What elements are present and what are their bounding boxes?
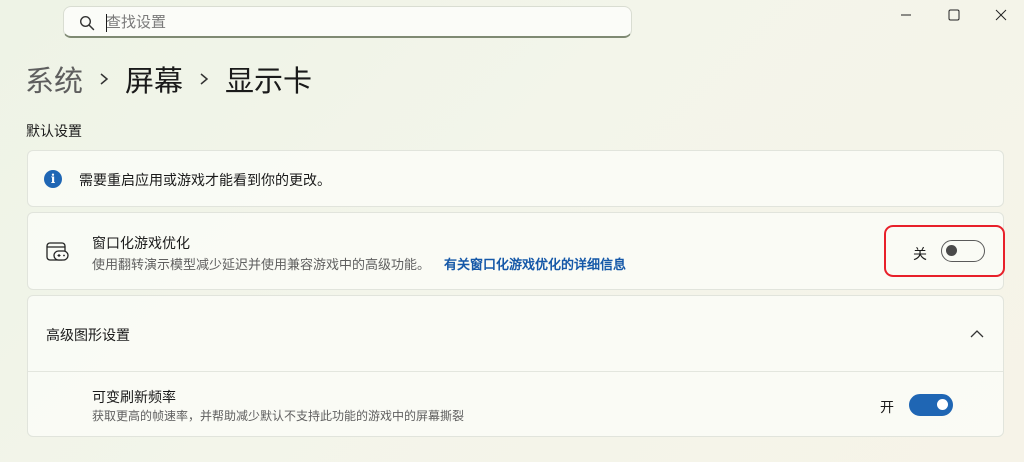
windowed-optimization-description: 使用翻转演示模型减少延迟并使用兼容游戏中的高级功能。 有关窗口化游戏优化的详细信息: [92, 254, 626, 273]
close-icon: [995, 9, 1007, 21]
chevron-right-icon: [100, 73, 109, 85]
search-icon: [79, 15, 95, 31]
chevron-up-icon[interactable]: [969, 326, 985, 342]
text-caret: [106, 14, 107, 32]
toggle-knob: [937, 399, 948, 410]
close-button[interactable]: [978, 0, 1024, 30]
highlight-annotation: [884, 225, 1005, 277]
maximize-button[interactable]: [931, 0, 977, 30]
search-input[interactable]: [106, 11, 606, 33]
windowed-optimization-title: 窗口化游戏优化: [92, 236, 190, 252]
variable-refresh-description: 获取更高的帧速率，并帮助减少默认不支持此功能的游戏中的屏幕撕裂: [92, 409, 465, 423]
page-title: 显示卡: [225, 64, 313, 98]
variable-refresh-toggle[interactable]: [909, 394, 953, 416]
minimize-button[interactable]: [883, 0, 929, 30]
windowed-optimization-link[interactable]: 有关窗口化游戏优化的详细信息: [444, 258, 626, 273]
advanced-graphics-header[interactable]: 高级图形设置: [46, 325, 130, 345]
info-bar-text: 需要重启应用或游戏才能看到你的更改。: [79, 173, 331, 189]
variable-refresh-state-label: 开: [880, 400, 894, 416]
gamepad-window-icon: [46, 242, 69, 261]
breadcrumb: 系统 屏幕 显示卡: [25, 56, 312, 102]
breadcrumb-item-display[interactable]: 屏幕: [125, 58, 183, 100]
breadcrumb-item-system[interactable]: 系统: [25, 58, 83, 100]
search-box[interactable]: [63, 6, 632, 38]
minimize-icon: [901, 14, 911, 16]
chevron-right-icon: [200, 73, 209, 85]
maximize-icon: [948, 9, 960, 21]
info-icon: i: [44, 170, 62, 188]
variable-refresh-title: 可变刷新频率: [92, 390, 176, 406]
section-title: 默认设置: [26, 124, 82, 140]
divider: [28, 371, 1003, 372]
windowed-optimization-description-text: 使用翻转演示模型减少延迟并使用兼容游戏中的高级功能。: [92, 258, 431, 273]
